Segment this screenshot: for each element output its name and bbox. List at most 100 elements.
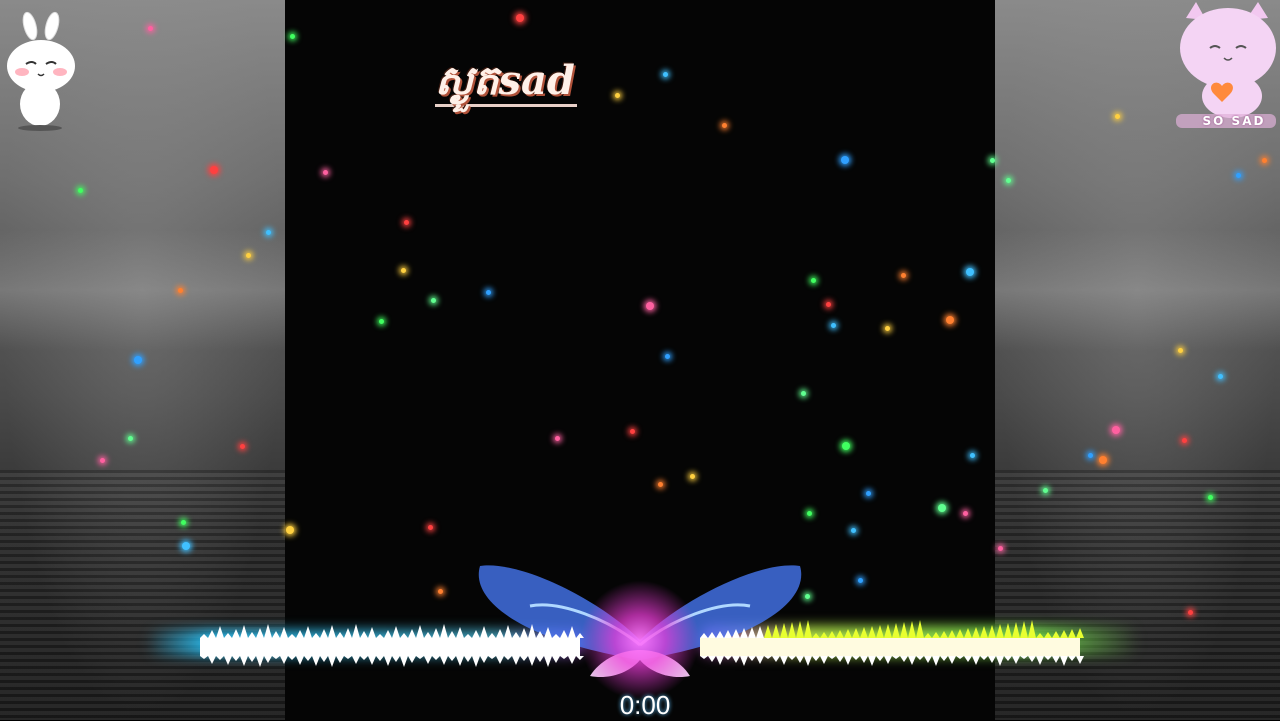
visualizer-spike <box>448 656 456 661</box>
visualizer-spike <box>240 656 248 666</box>
visualizer-spike <box>980 656 988 660</box>
visualizer-spike <box>352 656 360 664</box>
visualizer-spike <box>448 631 456 638</box>
visualizer-spike <box>368 656 376 665</box>
visualizer-spike <box>304 626 312 638</box>
visualizer-spike <box>964 656 972 662</box>
playback-timestamp: 0:00 <box>619 690 671 720</box>
visualizer-spike <box>844 629 852 638</box>
visualizer-spike <box>504 625 512 638</box>
visualizer-spike <box>456 656 464 666</box>
visualizer-spike <box>916 620 924 638</box>
visualizer-spike <box>804 656 812 666</box>
visualizer-spike <box>264 656 272 663</box>
visualizer-spike <box>200 634 208 638</box>
visualizer-spike <box>328 625 336 638</box>
visualizer-spike <box>780 656 788 665</box>
visualizer-spike <box>892 623 900 638</box>
visualizer-spike <box>1020 621 1028 638</box>
visualizer-spike <box>528 656 536 666</box>
visualizer-spike <box>464 656 472 662</box>
visualizer-spike <box>328 656 336 667</box>
visualizer-spike <box>1012 622 1020 638</box>
visualizer-spike <box>440 624 448 638</box>
visualizer-spike <box>472 630 480 638</box>
visualizer-right-bars <box>700 620 1084 666</box>
visualizer-spike <box>1036 656 1044 665</box>
visualizer-spike <box>480 626 488 638</box>
visualizer-spike <box>764 625 772 638</box>
visualizer-spike <box>240 625 248 638</box>
visualizer-spike <box>504 656 512 660</box>
visualizer-spike <box>908 621 916 638</box>
visualizer-spike <box>772 656 780 662</box>
visualizer-spike <box>544 656 552 667</box>
visualizer-spike <box>932 656 940 666</box>
visualizer-spike <box>1044 656 1052 660</box>
visualizer-spike <box>1020 656 1028 659</box>
visualizer-right-base <box>700 638 1080 656</box>
visualizer-spike <box>996 624 1004 638</box>
visualizer-spike <box>1052 631 1060 638</box>
visualizer-spike <box>384 630 392 638</box>
visualizer-spike <box>796 656 804 663</box>
visualizer-spike <box>520 656 528 661</box>
visualizer-spike <box>392 626 400 638</box>
visualizer-spike <box>248 656 256 662</box>
visualizer-spike <box>552 656 560 663</box>
visualizer-spike <box>560 656 568 659</box>
visualizer-spike <box>424 632 432 638</box>
visualizer-spike <box>496 629 504 638</box>
visualizer-spike <box>1044 632 1052 638</box>
visualizer-spike <box>352 624 360 638</box>
visualizer-spike <box>1068 656 1076 661</box>
visualizer-spike <box>868 656 876 666</box>
visualizer-spike <box>496 656 504 664</box>
visualizer-spike <box>884 656 892 664</box>
visualizer-spike <box>520 628 528 638</box>
visualizer-spike <box>1076 628 1084 638</box>
visualizer-spike <box>868 626 876 638</box>
visualizer-spike <box>256 628 264 638</box>
visualizer-spike <box>488 633 496 638</box>
visualizer-spike <box>980 626 988 638</box>
visualizer-core-glow <box>580 580 700 700</box>
visualizer-spike <box>336 656 344 663</box>
visualizer-spike <box>208 656 216 664</box>
visualizer-spike <box>700 656 708 659</box>
visualizer-spike <box>788 622 796 638</box>
visualizer-spike <box>272 631 280 638</box>
visualizer-spike <box>344 656 352 659</box>
visualizer-spike <box>924 656 932 663</box>
visualizer-spike <box>488 656 496 659</box>
visualizer-spike <box>368 627 376 638</box>
visualizer-spike <box>948 630 956 638</box>
visualizer-spike <box>432 628 440 638</box>
visualizer-spike <box>972 627 980 638</box>
visualizer-spike <box>900 656 908 662</box>
visualizer-spike <box>360 656 368 660</box>
visualizer-spike <box>732 656 740 663</box>
visualizer-spike <box>248 632 256 638</box>
visualizer-spike <box>932 632 940 638</box>
visualizer-spike <box>480 656 488 663</box>
visualizer-spike <box>200 656 208 659</box>
visualizer-spike <box>320 656 328 662</box>
visualizer-spike <box>820 656 828 664</box>
visualizer-spike <box>416 625 424 638</box>
visualizer-spike <box>852 628 860 638</box>
visualizer-spike <box>296 656 304 665</box>
visualizer-spike <box>852 656 860 660</box>
visualizer-spike <box>208 630 216 638</box>
visualizer-spike <box>748 656 756 661</box>
visualizer-spike <box>336 632 344 638</box>
visualizer-spike <box>796 621 804 638</box>
visualizer-spike <box>312 656 320 666</box>
visualizer-spike <box>988 625 996 638</box>
visualizer-spike <box>924 633 932 638</box>
visualizer-spike <box>948 656 956 664</box>
visualizer-spike <box>416 656 424 659</box>
visualizer-spike <box>224 656 232 665</box>
visualizer-left-bars <box>200 624 584 667</box>
visualizer-spike <box>512 632 520 638</box>
